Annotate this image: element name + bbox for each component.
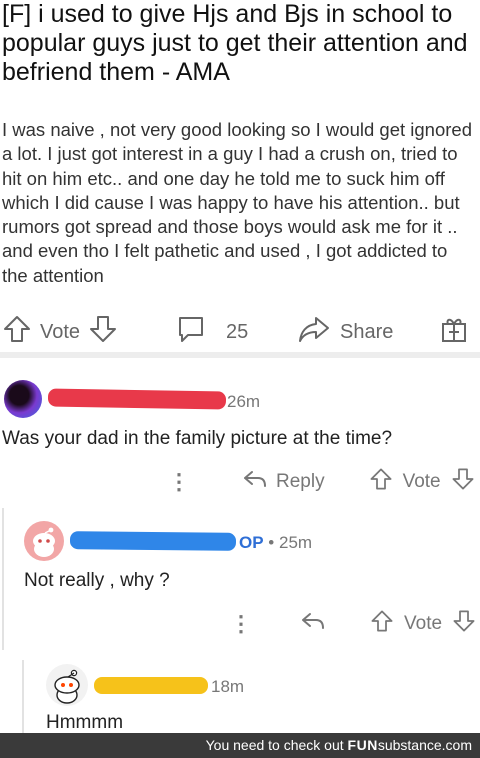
avatar[interactable] <box>46 664 88 706</box>
post-body: I was naive , not very good looking so I… <box>2 119 472 286</box>
award-button[interactable] <box>440 314 468 350</box>
vote-label: Vote <box>404 613 443 634</box>
op-badge: OP <box>239 533 264 552</box>
watermark-text: You need to check out FUNsubstance.com <box>206 737 472 753</box>
share-icon <box>298 314 330 350</box>
vote-label: Vote <box>402 471 441 492</box>
more-options-icon[interactable]: ⋮ <box>168 471 190 493</box>
comment-text: Hmmmm <box>46 712 124 733</box>
comments-button[interactable]: 25 <box>176 314 248 350</box>
downvote-icon[interactable] <box>452 609 476 639</box>
upvote-icon[interactable] <box>2 314 32 350</box>
post-title: [F] i used to give Hjs and Bjs in school… <box>2 0 468 86</box>
watermark-footer: You need to check out FUNsubstance.com <box>0 733 480 758</box>
share-button[interactable]: Share <box>298 314 393 350</box>
meta-dot: • <box>268 533 279 552</box>
redacted-username <box>69 531 237 551</box>
share-label: Share <box>340 320 394 343</box>
reply-button[interactable]: Reply <box>276 471 325 493</box>
reply-icon[interactable] <box>242 468 268 496</box>
comment-count: 25 <box>226 320 249 343</box>
downvote-icon[interactable] <box>451 467 475 497</box>
post-vote-control: Vote <box>2 314 118 350</box>
redacted-username <box>94 677 208 694</box>
more-options-icon[interactable]: ⋮ <box>230 613 252 635</box>
avatar[interactable] <box>24 521 64 561</box>
downvote-icon[interactable] <box>88 314 118 350</box>
redacted-username <box>47 388 227 410</box>
comment-text: Was your dad in the family picture at th… <box>2 428 393 449</box>
comment-time: 26m <box>227 392 261 411</box>
comment-actions: ⋮ Vote <box>230 610 476 638</box>
comment-icon <box>176 314 206 350</box>
upvote-icon[interactable] <box>369 467 393 497</box>
watermark-suffix: .com <box>441 737 472 753</box>
thread-line <box>2 508 4 650</box>
gift-icon <box>440 314 468 350</box>
comment-time: 18m <box>211 677 245 696</box>
snoo-icon <box>54 669 80 704</box>
post-separator <box>0 352 480 358</box>
avatar[interactable] <box>4 380 42 418</box>
watermark-prefix: You need to check out <box>205 737 344 753</box>
upvote-icon[interactable] <box>370 609 394 639</box>
post-actions-bar: Vote 25 Share <box>0 306 480 350</box>
comment-actions: ⋮ Reply Vote <box>168 468 475 496</box>
comment-text: Not really , why ? <box>24 570 170 591</box>
reply-icon[interactable] <box>300 610 326 638</box>
thread-line <box>22 660 24 733</box>
post-vote-label: Vote <box>40 320 81 343</box>
comment-meta: OP • 25m <box>239 533 312 553</box>
snoo-icon <box>33 527 55 557</box>
watermark-brand-rest: substance <box>377 737 442 753</box>
watermark-brand: FUN <box>347 737 378 753</box>
comment-time: 25m <box>278 533 313 552</box>
